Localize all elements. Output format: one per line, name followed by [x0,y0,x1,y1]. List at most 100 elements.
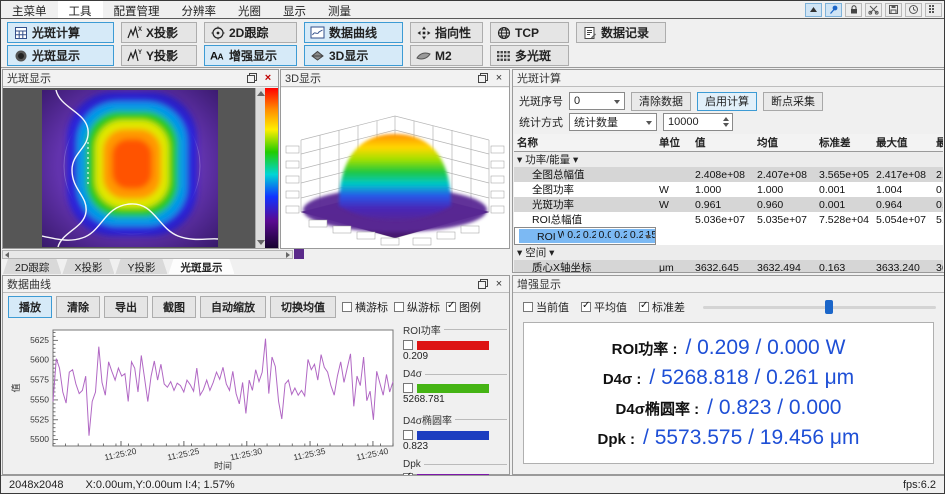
toolbar-button-target[interactable]: 2D跟踪 [204,22,297,43]
menu-item[interactable]: 主菜单 [1,1,58,18]
enhanced-checkbox-unchecked[interactable]: 当前值 [523,299,569,315]
curve-button[interactable]: 清除 [56,296,100,318]
toolbar-button-multi[interactable]: 多光斑 [490,45,569,66]
toolbar-button-spot[interactable]: 光斑显示 [7,45,114,66]
toolbar-button-globe[interactable]: TCP [490,22,569,43]
table-cell: 1.000 [754,182,816,197]
curve-checkbox-unchecked[interactable]: 纵游标 [394,299,440,315]
menu-bar: 主菜单工具配置管理分辨率光圈显示测量 [1,1,944,19]
curve-button[interactable]: 导出 [104,296,148,318]
toolbar-button-record[interactable]: 数据记录 [576,22,666,43]
stat-mode-select[interactable]: 统计数量 [569,113,657,131]
close-icon[interactable]: × [493,72,505,84]
legend-checkbox[interactable] [403,430,413,440]
dock-tab[interactable]: 2D跟踪 [3,259,61,274]
table-row[interactable]: 光斑功率W0.9610.9600.0010.9640.957151 [514,197,943,212]
readout-value: / 0.209 / 0.000 W [685,336,845,360]
dock-tab[interactable]: X投影 [62,259,114,274]
enhanced-checkbox-checked[interactable]: 平均值 [581,299,627,315]
toolbar: 光斑计算 XX投影 2D跟踪 数据曲线 指向性 TCP 数据记录 光斑显示 YY投影 AA增强显… [1,20,944,68]
status-resolution: 2048x2048 [9,479,63,491]
dock-tab[interactable]: 光斑显示 [168,259,234,274]
curve-button[interactable]: 播放 [8,296,52,318]
spot-image-area[interactable] [3,88,278,248]
table-header-row: 名称单位值均值标准差最大值最小值统计数量 [514,134,943,152]
toolbar-button-lens[interactable]: M2 [410,45,483,66]
column-header[interactable]: 均值 [754,134,816,152]
column-header[interactable]: 最小值 [933,134,943,152]
curve-button[interactable]: 切换均值 [270,296,336,318]
column-header[interactable]: 最大值 [873,134,933,152]
horizontal-scrollbar[interactable] [2,250,293,259]
projy-icon: Y [127,48,142,63]
table-cell: 3632.228 [933,260,943,272]
enhanced-slider[interactable] [703,300,936,314]
menu-item[interactable]: 工具 [58,1,103,18]
float-window-icon[interactable] [246,72,258,84]
table-cell: 全图功率 [514,182,656,197]
toolbar-button-projx[interactable]: XX投影 [121,22,197,43]
column-header[interactable]: 标准差 [816,134,873,152]
toolbar-button-calc[interactable]: 光斑计算 [7,22,114,43]
clear-data-button[interactable]: 清除数据 [631,92,691,111]
pin-icon[interactable] [825,3,842,17]
curve-chart[interactable]: 55005525555055755600562511:25:2011:25:25… [7,320,401,472]
toolbar-button-direction[interactable]: 指向性 [410,22,483,43]
table-row[interactable]: 全图总幅值2.408e+082.407e+083.565e+052.417e+0… [514,167,943,182]
spot-vertical-scrollbar[interactable] [255,88,265,248]
scissors-icon[interactable] [865,3,882,17]
toolbar-button-aa[interactable]: AA增强显示 [204,45,297,66]
readout-label: D4σ : [603,371,642,388]
curve-checkbox-checked[interactable]: 图例 [446,299,481,315]
table-group-row[interactable]: ▾ 空间 ▾ [514,245,943,260]
save-icon[interactable] [885,3,902,17]
lock-icon[interactable] [845,3,862,17]
spot-calc-title: 光斑计算 [517,70,561,86]
legend-checkbox[interactable] [403,340,413,350]
table-cell: 0.209 [580,229,596,243]
column-header[interactable]: 名称 [514,134,656,152]
close-icon[interactable]: × [262,72,274,84]
menu-item[interactable]: 显示 [272,1,317,18]
enable-calc-button[interactable]: 启用计算 [697,92,757,111]
column-header[interactable]: 值 [692,134,754,152]
menu-item[interactable]: 配置管理 [103,1,171,18]
legend-checkbox[interactable] [403,383,413,393]
menu-item[interactable]: 测量 [317,1,362,18]
stat-count-spinner[interactable]: 10000 [663,113,733,131]
readout-line: D4σ椭圆率 :/ 0.823 / 0.000 [524,396,933,420]
surface-3d-area[interactable] [281,88,509,248]
table-row[interactable]: 全图功率W1.0001.0000.0011.0040.996151 [514,182,943,197]
close-icon[interactable]: × [493,278,505,290]
table-row[interactable]: 质心X轴坐标μm3632.6453632.4940.1633633.240363… [514,260,943,272]
curve-button[interactable]: 截图 [152,296,196,318]
seq-select[interactable]: 0 [569,92,625,110]
table-row[interactable]: ROI总幅值5.036e+075.035e+077.528e+045.054e+… [514,212,943,227]
toolbar-button-label: 数据曲线 [329,24,377,41]
slider-handle[interactable] [825,300,833,314]
curve-checkbox-unchecked[interactable]: 横游标 [342,299,388,315]
menu-item[interactable]: 光圈 [227,1,272,18]
table-cell: 0.210 [611,229,627,243]
table-cell: 2.399e+08 [933,167,943,182]
table-group-row[interactable]: ▾ 功率/能量 ▾ [514,152,943,168]
legend-value: 0.823 [403,441,507,452]
legend-label: ROI功率 [403,322,441,337]
clock-icon[interactable] [905,3,922,17]
enhanced-checkbox-checked[interactable]: 标准差 [639,299,685,315]
curve-button[interactable]: 自动缩放 [200,296,266,318]
column-header[interactable]: 单位 [656,134,692,152]
toolbar-button-curvebox[interactable]: 数据曲线 [304,22,403,43]
dock-tab[interactable]: Y投影 [115,259,167,274]
breakpoint-button[interactable]: 断点采集 [763,92,823,111]
toolbar-button-projy[interactable]: YY投影 [121,45,197,66]
grid-icon[interactable] [925,3,942,17]
float-window-icon[interactable] [477,278,489,290]
color-scale-bar [265,88,278,248]
toolbar-button-d3[interactable]: 3D显示 [304,45,403,66]
curve-legend: ROI功率0.209D4σ5268.781D4σ椭圆率0.823Dpk5566.… [403,322,507,494]
table-row[interactable]: ROI功率W0.2090.2090.0000.2100.208151 [514,227,656,245]
float-window-icon[interactable] [477,72,489,84]
collapse-icon[interactable] [805,3,822,17]
menu-item[interactable]: 分辨率 [171,1,228,18]
